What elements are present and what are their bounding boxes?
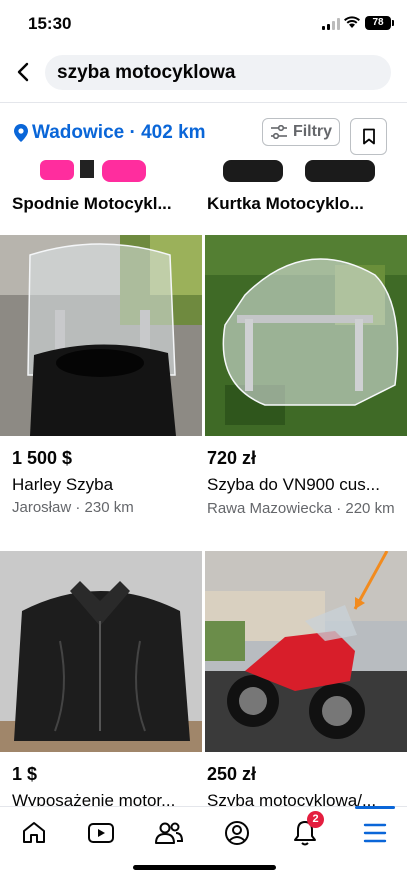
nav-notifications[interactable]: 2 xyxy=(285,811,325,851)
status-bar: 15:30 78 xyxy=(0,0,407,48)
location-filter-bar: Wadowice · 402 km Filtry xyxy=(0,110,407,160)
listing-price: 720 zł xyxy=(207,448,257,468)
listing-card[interactable]: 1 500 $ Harley Szyba Jarosław · 230 km xyxy=(0,235,202,547)
sliders-icon xyxy=(270,125,287,139)
nav-home[interactable] xyxy=(14,815,54,851)
listing-price: 250 zł xyxy=(207,764,257,784)
listing-thumbnail xyxy=(205,551,407,752)
listing-thumbnail xyxy=(205,235,407,436)
home-indicator xyxy=(133,865,276,870)
header-divider xyxy=(0,102,407,103)
nav-profile[interactable] xyxy=(217,815,257,851)
listing-title: Wyposażenie motor... xyxy=(12,791,176,806)
nav-video[interactable] xyxy=(81,815,121,851)
listing-card[interactable]: Kurtka Motocyklo... xyxy=(205,160,407,232)
profile-icon xyxy=(225,821,249,845)
bookmark-icon xyxy=(362,128,375,145)
hamburger-menu-icon xyxy=(363,823,387,843)
listing-thumbnail xyxy=(0,160,202,182)
listing-thumbnail xyxy=(205,160,407,182)
home-icon xyxy=(23,822,45,843)
listing-card[interactable]: Spodnie Motocykl... xyxy=(0,160,202,232)
listing-title: Harley Szyba xyxy=(12,475,114,494)
search-input[interactable]: szyba motocyklowa xyxy=(45,55,391,90)
battery-icon: 78 xyxy=(365,16,394,30)
location-label: Wadowice · 402 km xyxy=(32,122,206,143)
listing-card[interactable]: 250 zł Szyba motocyklowa/... xyxy=(205,551,407,806)
video-icon xyxy=(88,823,114,843)
listing-card[interactable]: 720 zł Szyba do VN900 cus... Rawa Mazowi… xyxy=(205,235,407,547)
listing-title: Szyba do VN900 cus... xyxy=(207,475,380,494)
listing-location: Rawa Mazowiecka · 220 km xyxy=(207,500,395,517)
listing-thumbnail xyxy=(0,235,202,436)
listings-grid: Spodnie Motocykl... Kurtka Motocyklo... … xyxy=(0,160,407,806)
nav-menu[interactable] xyxy=(355,815,395,851)
listing-title: Szyba motocyklowa/... xyxy=(207,791,377,806)
listing-title: Spodnie Motocykl... xyxy=(12,194,172,213)
location-selector[interactable]: Wadowice · 402 km xyxy=(14,122,206,144)
nav-friends[interactable] xyxy=(149,815,189,851)
notification-badge: 2 xyxy=(307,811,324,828)
listing-price: 1 $ xyxy=(12,764,38,784)
save-search-button[interactable] xyxy=(350,118,387,155)
back-arrow-icon[interactable] xyxy=(12,60,36,84)
cellular-signal-icon xyxy=(322,18,342,30)
listing-title: Kurtka Motocyklo... xyxy=(207,194,364,213)
filters-label: Filtry xyxy=(292,123,333,140)
location-pin-icon xyxy=(14,124,28,142)
listing-location: Jarosław · 230 km xyxy=(12,499,134,516)
active-tab-indicator xyxy=(355,806,395,809)
listing-thumbnail xyxy=(0,551,202,752)
search-header: szyba motocyklowa xyxy=(0,48,407,100)
filters-button[interactable]: Filtry xyxy=(262,118,340,146)
listing-card[interactable]: 1 $ Wyposażenie motor... xyxy=(0,551,202,806)
wifi-icon xyxy=(344,16,360,28)
status-time: 15:30 xyxy=(28,14,72,33)
friends-icon xyxy=(155,822,184,844)
listing-price: 1 500 $ xyxy=(12,448,73,468)
